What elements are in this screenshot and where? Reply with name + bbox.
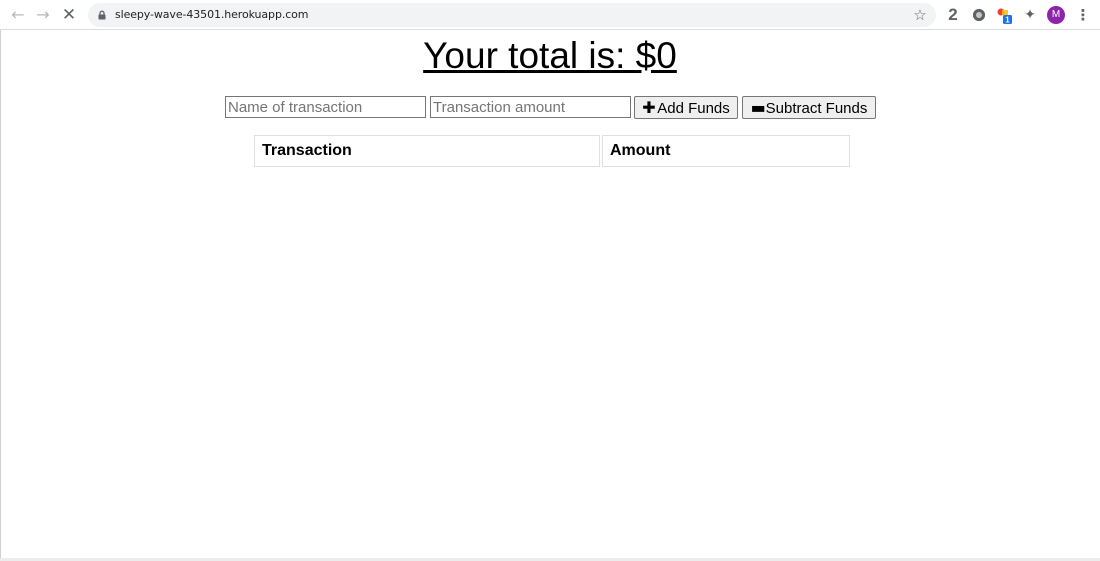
shapes-icon: 1 <box>997 8 1012 25</box>
close-icon[interactable]: ✕ <box>59 5 79 25</box>
subtract-funds-label: Subtract Funds <box>765 100 868 117</box>
star-icon[interactable]: ☆ <box>910 5 930 25</box>
table-header-row: Transaction Amount <box>254 135 850 167</box>
plus-icon: ✚ <box>642 98 656 117</box>
address-bar[interactable]: sleepy-wave-43501.herokuapp.com ☆ <box>88 3 936 27</box>
transactions-table: Transaction Amount <box>252 133 852 169</box>
arrow-left-icon[interactable]: ← <box>8 5 28 25</box>
transaction-name-input[interactable] <box>225 96 426 118</box>
extension-circle-icon[interactable] <box>970 6 988 24</box>
lock-icon <box>98 10 106 20</box>
transaction-amount-input[interactable] <box>430 96 631 118</box>
kebab-menu-icon[interactable]: ⋮ <box>1075 6 1091 24</box>
browser-toolbar: ← → ✕ sleepy-wave-43501.herokuapp.com ☆ … <box>0 0 1100 30</box>
puzzle-icon[interactable]: ✦ <box>1021 6 1039 24</box>
minus-icon: ▬ <box>750 98 766 117</box>
add-funds-label: Add Funds <box>657 100 730 117</box>
page-content: Your total is: $0 ✚Add Funds ▬Subtract F… <box>0 30 1100 561</box>
extension-two-icon[interactable]: 2 <box>944 6 962 24</box>
url-text[interactable]: sleepy-wave-43501.herokuapp.com <box>115 7 309 23</box>
avatar[interactable]: M <box>1047 6 1065 24</box>
add-funds-button[interactable]: ✚ Add Funds <box>634 96 738 119</box>
total-heading: Your total is: $0 <box>423 35 677 76</box>
column-header-transaction: Transaction <box>254 135 600 167</box>
extension-badge-count: 1 <box>1005 16 1010 25</box>
arrow-right-icon[interactable]: → <box>33 5 53 25</box>
subtract-funds-button[interactable]: ▬Subtract Funds <box>742 96 876 119</box>
extension-badge-icon[interactable]: 1 <box>995 6 1013 25</box>
column-header-amount: Amount <box>602 135 850 167</box>
